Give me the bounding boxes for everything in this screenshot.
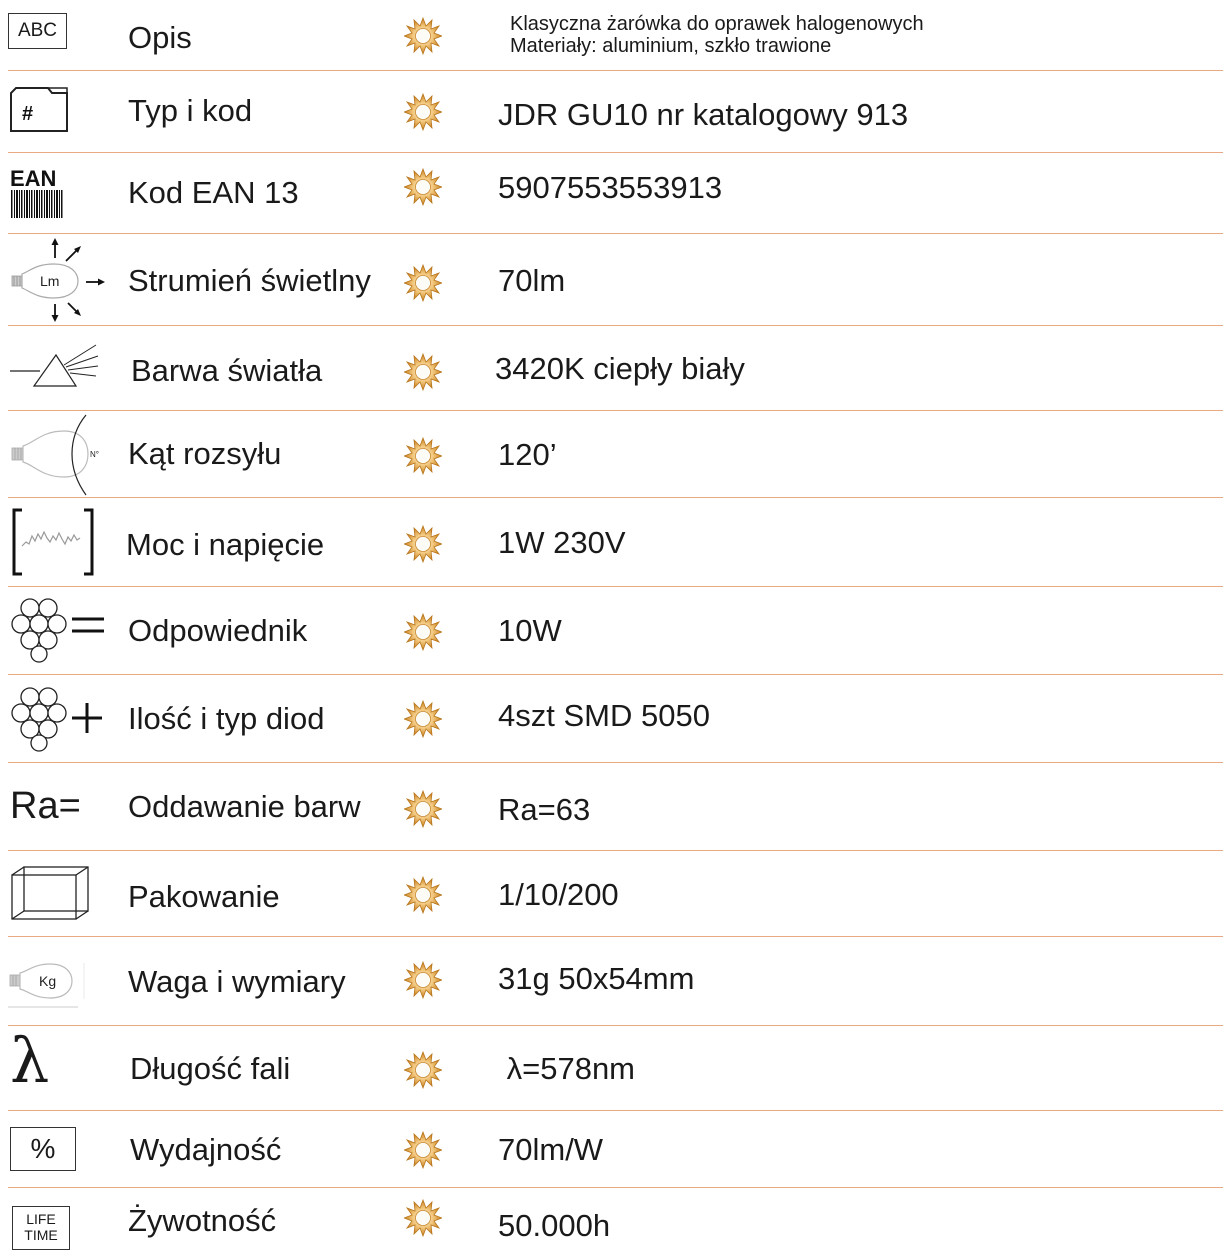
svg-text:Kg: Kg: [39, 973, 56, 989]
svg-text:Lm: Lm: [40, 273, 59, 289]
spec-row-opis: ABC Opis Klasyczna żarówka do oprawek ha…: [0, 0, 1223, 70]
abc-box-icon: ABC: [8, 13, 67, 49]
lifetime-box-icon: LIFE TIME: [12, 1206, 70, 1250]
sun-bullet-icon: [404, 1051, 442, 1089]
sun-bullet-icon: [404, 961, 442, 999]
hash-folder-icon: #: [10, 87, 68, 132]
lumen-bulb-icon: Lm: [11, 238, 105, 322]
spec-value: 50.000h: [498, 1208, 611, 1243]
leds-equal-icon: [11, 598, 104, 663]
sun-bullet-icon: [404, 168, 442, 206]
percent-box-icon: %: [10, 1127, 76, 1171]
spec-value: 10W: [498, 613, 562, 648]
sun-bullet-icon: [404, 700, 442, 738]
sun-bullet-icon: [404, 264, 442, 302]
spec-label: Pakowanie: [128, 879, 280, 914]
spec-value: 4szt SMD 5050: [498, 698, 710, 733]
spec-label: Strumień świetlny: [128, 263, 371, 298]
sun-bullet-icon: [404, 613, 442, 651]
spec-value: 70lm: [498, 263, 566, 298]
spec-row-fala: λ Długość fali λ=578nm: [0, 1026, 1223, 1110]
spec-label: Moc i napięcie: [126, 527, 325, 562]
spec-row-odp: Odpowiednik 10W: [0, 587, 1223, 674]
lambda-icon: λ: [10, 1024, 50, 1097]
spec-label: Ilość i typ diod: [128, 701, 325, 736]
spec-value: 70lm/W: [498, 1132, 604, 1167]
description-line: Klasyczna żarówka do oprawek halogenowyc…: [510, 13, 924, 35]
sun-bullet-icon: [404, 1199, 442, 1237]
spec-label: Żywotność: [128, 1203, 277, 1238]
box-icon: [11, 866, 89, 920]
spec-value: Ra=63: [498, 792, 591, 827]
spec-description: Klasyczna żarówka do oprawek halogenowyc…: [510, 13, 924, 57]
ean-barcode-icon: EAN: [10, 166, 63, 218]
ra-icon: Ra=: [10, 785, 81, 827]
weight-bulb-icon: Kg: [8, 963, 85, 1008]
description-line: Materiały: aluminium, szkło trawione: [510, 35, 832, 57]
beam-angle-icon: N°: [11, 414, 99, 496]
spec-row-barwa: Barwa światła 3420K ciepły biały: [0, 326, 1223, 410]
spec-value: λ=578nm: [498, 1051, 636, 1086]
spec-value: JDR GU10 nr katalogowy 913: [498, 97, 909, 132]
spec-row-pak: Pakowanie 1/10/200: [0, 851, 1223, 936]
sun-bullet-icon: [404, 790, 442, 828]
spec-label: Barwa światła: [131, 353, 323, 388]
spec-label: Odpowiednik: [128, 613, 308, 648]
prism-icon: [10, 344, 99, 387]
sun-bullet-icon: [404, 93, 442, 131]
spec-row-ra: Ra= Oddawanie barw Ra=63: [0, 763, 1223, 850]
spec-row-zyw: LIFE TIME Żywotność 50.000h: [0, 1188, 1223, 1250]
spec-value: 3420K ciepły biały: [495, 351, 745, 386]
spec-row-waga: Kg Waga i wymiary 31g 50x54mm: [0, 937, 1223, 1025]
spec-label: Wydajność: [130, 1132, 282, 1167]
lifetime-line: LIFE: [26, 1211, 56, 1227]
sun-bullet-icon: [404, 437, 442, 475]
spec-row-moc: Moc i napięcie 1W 230V: [0, 498, 1223, 586]
sun-bullet-icon: [404, 1131, 442, 1169]
svg-text:#: #: [22, 103, 33, 125]
sun-bullet-icon: [404, 17, 442, 55]
leds-plus-icon: [11, 687, 102, 752]
spec-row-wyd: % Wydajność 70lm/W: [0, 1111, 1223, 1187]
spec-row-diody: Ilość i typ diod 4szt SMD 5050: [0, 675, 1223, 762]
spec-row-ean: EAN Kod EAN 13 5907553553913: [0, 153, 1223, 233]
spec-row-kat: N° Kąt rozsyłu 120’: [0, 411, 1223, 497]
spec-value: 1W 230V: [498, 525, 626, 560]
spec-label: Długość fali: [130, 1051, 291, 1086]
spec-value: 31g 50x54mm: [498, 961, 695, 996]
sun-bullet-icon: [404, 353, 442, 391]
spec-label: Opis: [128, 20, 192, 55]
svg-text:N°: N°: [90, 450, 99, 459]
lifetime-line: TIME: [24, 1227, 58, 1243]
spec-label: Typ i kod: [128, 93, 253, 128]
spec-label: Oddawanie barw: [128, 789, 361, 824]
spec-label: Waga i wymiary: [128, 964, 346, 999]
spec-row-lm: Lm Strumień świetlny 70lm: [0, 234, 1223, 325]
spec-value: 1/10/200: [498, 877, 619, 912]
sun-bullet-icon: [404, 876, 442, 914]
svg-text:EAN: EAN: [10, 166, 56, 191]
spec-value: 5907553553913: [498, 170, 723, 205]
spec-value: 120’: [498, 437, 557, 472]
sun-bullet-icon: [404, 525, 442, 563]
spec-row-typ: # Typ i kod JDR GU10 nr katalogowy 913: [0, 71, 1223, 152]
spec-label: Kąt rozsyłu: [128, 436, 282, 471]
spec-label: Kod EAN 13: [128, 175, 299, 210]
power-waveform-icon: [12, 508, 94, 576]
